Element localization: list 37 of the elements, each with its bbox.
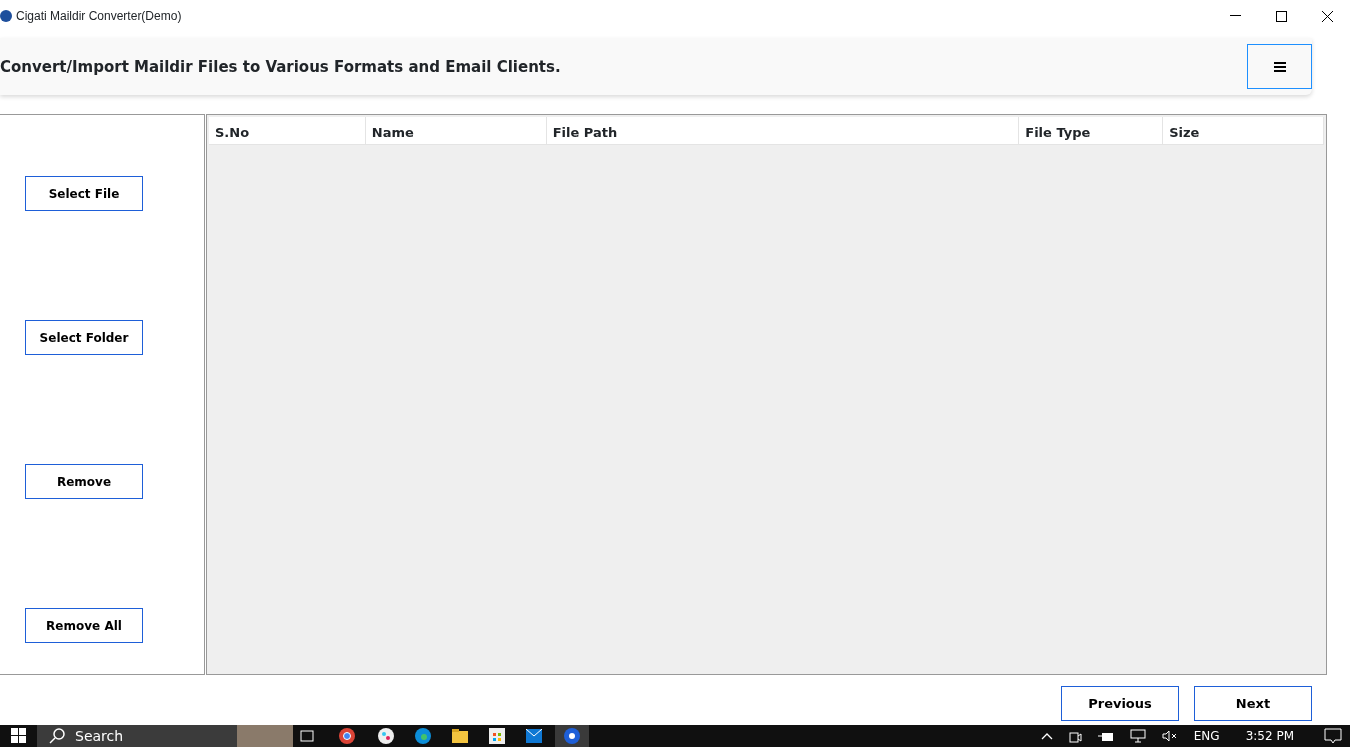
chevron-up-icon[interactable] [1040, 732, 1053, 740]
close-icon [1321, 10, 1333, 22]
clock[interactable]: 3:52 PM [1245, 727, 1294, 745]
battery-icon[interactable] [1097, 730, 1114, 742]
column-header[interactable]: File Path [546, 117, 1020, 144]
minimize-icon [1229, 15, 1241, 17]
notification-icon[interactable] [1324, 728, 1342, 744]
action-button[interactable]: Select File [25, 176, 143, 211]
action-button[interactable]: Remove All [25, 608, 143, 643]
mail-icon[interactable] [526, 729, 542, 743]
task-view-icon[interactable] [300, 728, 316, 744]
column-header[interactable]: S.No [209, 117, 366, 144]
windows-start-icon[interactable] [11, 728, 27, 744]
taskbar-search-field[interactable]: Search [37, 725, 237, 747]
search-icon [49, 728, 65, 744]
menu-icon [1273, 61, 1286, 72]
muted-speaker-icon[interactable] [1161, 730, 1178, 742]
network-icon[interactable] [1129, 729, 1146, 743]
language-indicator[interactable]: ENG [1193, 727, 1220, 745]
search-placeholder: Search [75, 726, 124, 746]
nav-button[interactable]: Previous [1061, 686, 1179, 721]
search-highlight-picture [237, 725, 293, 747]
app-taskbar-icon[interactable] [564, 728, 580, 744]
store-icon[interactable] [489, 728, 505, 744]
action-button[interactable]: Select Folder [25, 320, 143, 355]
column-header[interactable]: File Type [1019, 117, 1164, 144]
folder-icon[interactable] [452, 729, 468, 743]
page-heading: Convert/Import Maildir Files to Various Formats and Email Clients. [0, 57, 561, 76]
column-header[interactable]: Name [365, 117, 547, 144]
maximize-icon [1275, 10, 1287, 22]
column-header[interactable]: Size [1163, 117, 1324, 144]
app-icon [0, 10, 12, 22]
menu-button[interactable] [1247, 44, 1312, 89]
camera-icon[interactable] [1068, 729, 1082, 743]
action-button[interactable]: Remove [25, 464, 143, 499]
window-title: Cigati Maildir Converter(Demo) [16, 8, 182, 25]
nav-button[interactable]: Next [1194, 686, 1312, 721]
